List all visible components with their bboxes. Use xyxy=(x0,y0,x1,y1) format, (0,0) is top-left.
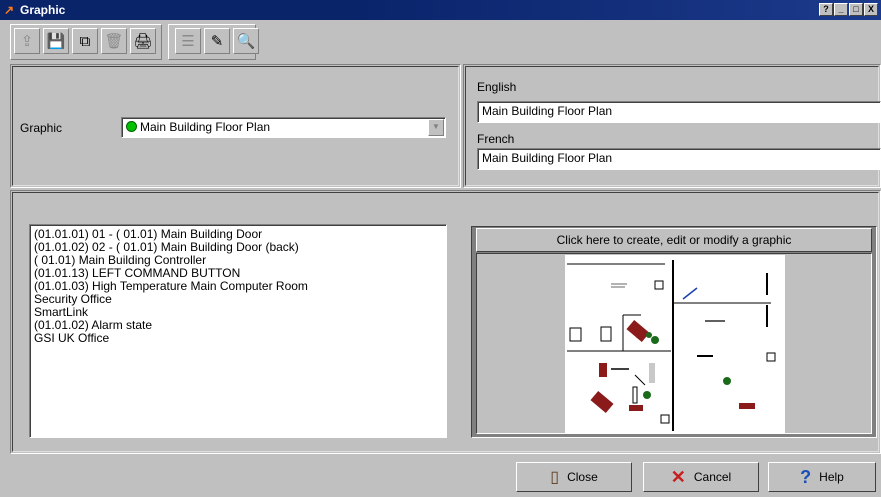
help-question-icon: ? xyxy=(800,466,812,487)
maximize-button[interactable]: □ xyxy=(849,3,863,16)
french-field[interactable]: Main Building Floor Plan xyxy=(477,148,881,170)
help-button-label: Help xyxy=(819,470,844,484)
edit-graphic-button[interactable]: Click here to create, edit or modify a g… xyxy=(476,228,872,252)
list-item[interactable]: GSI UK Office xyxy=(34,332,442,345)
save-icon[interactable]: 💾 xyxy=(43,28,69,54)
status-dot-icon xyxy=(126,121,137,132)
cancel-x-icon: ✕ xyxy=(670,466,686,487)
list-item[interactable]: Security Office xyxy=(34,293,442,306)
app-icon: ↗ xyxy=(4,3,15,17)
copy-icon[interactable]: ⧉ xyxy=(72,28,98,54)
english-field[interactable]: Main Building Floor Plan xyxy=(477,101,881,123)
delete-icon[interactable]: 🗑 xyxy=(101,28,127,54)
floor-plan-image[interactable] xyxy=(565,255,785,433)
minimize-button[interactable]: _ xyxy=(834,3,848,16)
close-button[interactable]: ▯ Close xyxy=(516,462,632,492)
english-label: English xyxy=(477,80,517,94)
print-icon[interactable]: 🖨 xyxy=(130,28,156,54)
list-icon[interactable]: ☰ xyxy=(175,28,201,54)
help-window-button[interactable]: ? xyxy=(819,3,833,16)
french-label: French xyxy=(477,132,515,146)
cancel-button[interactable]: ✕ Cancel xyxy=(643,462,759,492)
close-window-button[interactable]: X xyxy=(864,3,878,16)
title-bar: ↗ Graphic ? _ □ X xyxy=(0,0,881,20)
export-icon[interactable]: ⇪ xyxy=(14,28,40,54)
graphic-dropdown[interactable]: Main Building Floor Plan xyxy=(121,117,446,138)
door-icon: ▯ xyxy=(550,469,560,486)
graphic-label: Graphic xyxy=(20,121,63,135)
window-title: Graphic xyxy=(20,3,66,17)
link-icon[interactable]: ✎ xyxy=(204,28,230,54)
close-button-label: Close xyxy=(567,470,598,484)
cancel-button-label: Cancel xyxy=(693,470,732,484)
chevron-down-icon[interactable]: ▼ xyxy=(428,119,444,136)
graphic-dropdown-value: Main Building Floor Plan xyxy=(140,120,271,134)
help-button[interactable]: ? Help xyxy=(768,462,876,492)
find-icon[interactable]: 🔍 xyxy=(233,28,259,54)
item-list[interactable]: (01.01.01) 01 - ( 01.01) Main Building D… xyxy=(29,224,447,438)
